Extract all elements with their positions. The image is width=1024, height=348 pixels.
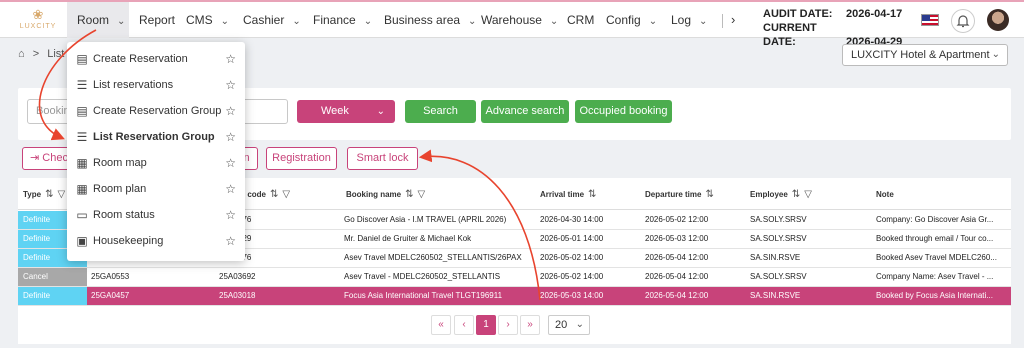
annotation-arrows bbox=[38, 29, 541, 301]
arrow-to-smart-lock bbox=[418, 149, 541, 301]
arrow-to-list-reservation-group bbox=[38, 29, 97, 141]
